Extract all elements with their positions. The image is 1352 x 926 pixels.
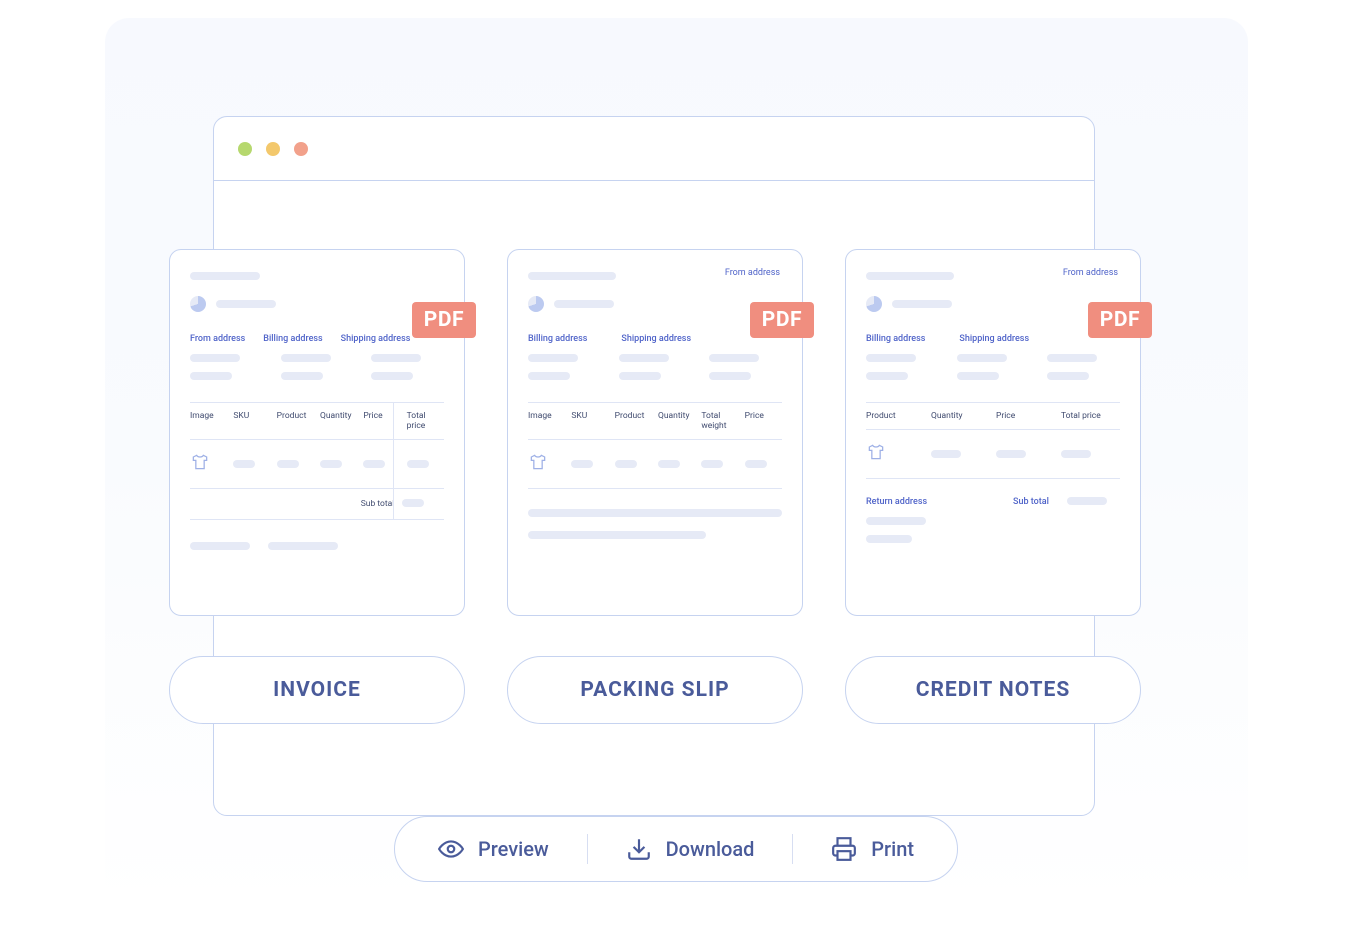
credit-address-labels: Billing address Shipping address <box>866 334 1120 344</box>
doc-titles-row: INVOICE PACKING SLIP CREDIT NOTES <box>169 656 1141 724</box>
col-product: Product <box>866 411 925 421</box>
col-total-price: Total price <box>1061 411 1120 421</box>
placeholder <box>866 272 954 280</box>
pdf-badge: PDF <box>750 302 814 338</box>
action-bar: Preview Download Print <box>394 816 958 882</box>
traffic-maximize-icon[interactable] <box>294 142 308 156</box>
col-image: Image <box>528 411 565 431</box>
from-address-label: From address <box>725 268 780 278</box>
browser-titlebar <box>214 117 1094 181</box>
pdf-badge: PDF <box>1088 302 1152 338</box>
placeholder <box>190 542 444 550</box>
divider <box>792 834 793 864</box>
placeholder <box>528 272 616 280</box>
pdf-badge: PDF <box>412 302 476 338</box>
table-row <box>866 430 1120 479</box>
table-row <box>528 440 782 489</box>
packing-slip-title-pill[interactable]: PACKING SLIP <box>507 656 803 724</box>
invoice-card: PDF From address Billing address Shippin… <box>169 249 465 616</box>
placeholder <box>866 296 1120 312</box>
download-label: Download <box>666 837 755 861</box>
col-product: Product <box>615 411 652 431</box>
col-sku: SKU <box>571 411 608 431</box>
logo-placeholder-icon <box>528 296 544 312</box>
shipping-address-label: Shipping address <box>341 334 411 344</box>
credit-notes-card: PDF From address Billing address Shippin… <box>845 249 1141 616</box>
logo-placeholder-icon <box>190 296 206 312</box>
table-row <box>190 440 444 489</box>
col-total-weight: Total weight <box>701 411 738 431</box>
col-quantity: Quantity <box>320 411 357 431</box>
col-image: Image <box>190 411 227 431</box>
from-address-label: From address <box>190 334 245 344</box>
tshirt-icon <box>866 442 886 462</box>
eye-icon <box>438 836 464 862</box>
credit-notes-title-pill[interactable]: CREDIT NOTES <box>845 656 1141 724</box>
col-total-price: Total price <box>407 411 444 431</box>
placeholder <box>528 296 782 312</box>
placeholder <box>892 300 952 308</box>
packing-table: Image SKU Product Quantity Total weight … <box>528 402 782 489</box>
doc-cards-row: PDF From address Billing address Shippin… <box>169 249 1141 616</box>
billing-address-label: Billing address <box>263 334 322 344</box>
invoice-title-pill[interactable]: INVOICE <box>169 656 465 724</box>
tshirt-icon <box>190 452 210 472</box>
invoice-address-labels: From address Billing address Shipping ad… <box>190 334 444 344</box>
placeholder <box>528 509 782 517</box>
placeholder <box>190 272 260 280</box>
printer-icon <box>831 836 857 862</box>
shipping-address-label: Shipping address <box>621 334 691 344</box>
traffic-close-icon[interactable] <box>238 142 252 156</box>
preview-button[interactable]: Preview <box>438 836 549 862</box>
packing-address-labels: Billing address Shipping address <box>528 334 782 344</box>
return-address-label: Return address <box>866 497 973 507</box>
shipping-address-label: Shipping address <box>959 334 1029 344</box>
col-price: Price <box>745 411 782 431</box>
placeholder <box>528 354 782 380</box>
placeholder <box>216 300 276 308</box>
billing-address-label: Billing address <box>866 334 925 344</box>
col-quantity: Quantity <box>931 411 990 421</box>
sub-total-label: Sub total <box>1013 497 1049 507</box>
placeholder <box>528 531 706 539</box>
logo-placeholder-icon <box>866 296 882 312</box>
col-price: Price <box>363 411 400 431</box>
packing-slip-card: PDF From address Billing address Shippin… <box>507 249 803 616</box>
tshirt-icon <box>528 452 548 472</box>
placeholder <box>190 354 444 380</box>
from-address-label: From address <box>1063 268 1118 278</box>
billing-address-label: Billing address <box>528 334 587 344</box>
col-price: Price <box>996 411 1055 421</box>
col-quantity: Quantity <box>658 411 695 431</box>
divider <box>587 834 588 864</box>
download-button[interactable]: Download <box>626 836 755 862</box>
preview-label: Preview <box>478 837 549 861</box>
placeholder <box>554 300 614 308</box>
col-sku: SKU <box>233 411 270 431</box>
invoice-table: Image SKU Product Quantity Price Total p… <box>190 402 444 520</box>
print-label: Print <box>871 837 914 861</box>
credit-table: Product Quantity Price Total price <box>866 402 1120 479</box>
print-button[interactable]: Print <box>831 836 914 862</box>
col-product: Product <box>277 411 314 431</box>
placeholder <box>866 354 1120 380</box>
download-icon <box>626 836 652 862</box>
placeholder <box>190 296 444 312</box>
traffic-minimize-icon[interactable] <box>266 142 280 156</box>
sub-total-label: Sub total <box>361 499 403 509</box>
